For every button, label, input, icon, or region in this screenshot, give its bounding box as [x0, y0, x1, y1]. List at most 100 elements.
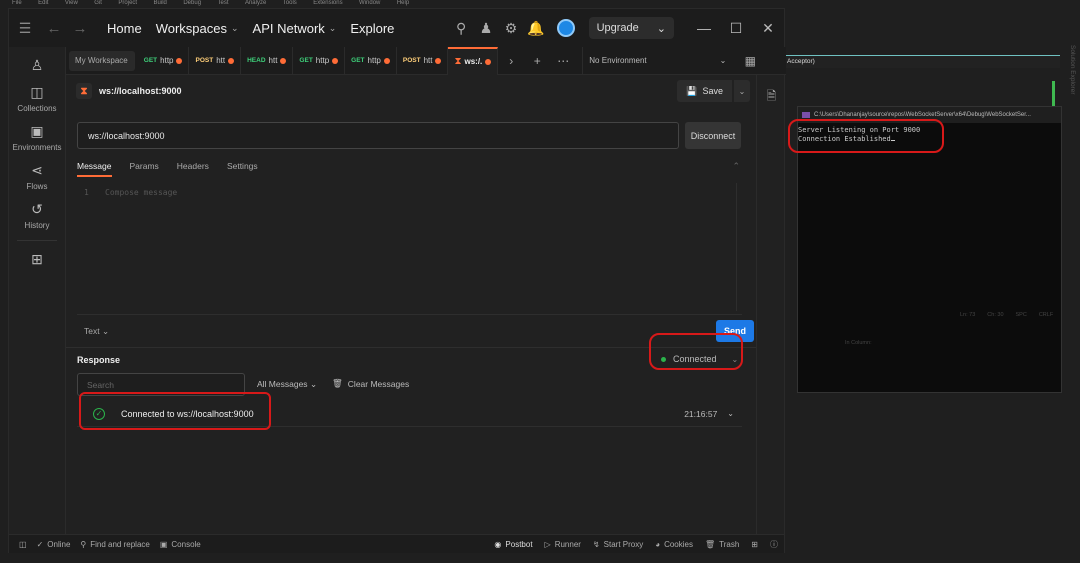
tab-websocket-active[interactable]: ⧗ ws:/. — [448, 46, 499, 75]
request-sub-tabs: Message Params Headers Settings — [77, 161, 258, 177]
tab-request[interactable]: POST htt — [189, 46, 242, 75]
notification-bell-icon[interactable]: 🔔 — [524, 16, 549, 41]
start-proxy-button[interactable]: ↯ Start Proxy — [593, 540, 643, 549]
ide-line-ending: CRLF — [1038, 312, 1054, 318]
cookies-button[interactable]: ◕ Cookies — [655, 540, 693, 549]
minimize-icon[interactable]: — — [688, 20, 720, 36]
sidebar-item-collections[interactable]: ◫ Collections — [9, 84, 65, 113]
menu-project[interactable]: Project — [118, 0, 137, 6]
clear-messages-button[interactable]: 🗑 Clear Messages — [332, 378, 409, 389]
save-dropdown-button[interactable]: ⌄ — [734, 80, 750, 102]
scroll-tabs-right-icon[interactable]: › — [498, 54, 524, 68]
desktop: File Edit View Git Project Build Debug T… — [0, 0, 1080, 563]
sidebar-item-flows[interactable]: ⋖ Flows — [9, 162, 65, 191]
sidebar-item-environments[interactable]: ▣ Environments — [9, 123, 65, 152]
solution-explorer-tab[interactable]: Solution Explorer — [1064, 45, 1076, 95]
menu-edit[interactable]: Edit — [38, 0, 48, 6]
tab-request[interactable]: POST htt — [397, 46, 449, 75]
upgrade-label: Upgrade — [596, 22, 639, 34]
menu-test[interactable]: Test — [217, 0, 228, 6]
console-titlebar[interactable]: C:\Users\Dhananjay\source\repos\WebSocke… — [798, 107, 1061, 123]
tab-request[interactable]: HEAD htt — [241, 46, 294, 75]
nav-explore[interactable]: Explore — [350, 21, 394, 36]
runner-button[interactable]: ▷ Runner — [545, 540, 581, 549]
message-filter-dropdown[interactable]: All Messages ⌄ — [257, 379, 317, 390]
tab-request[interactable]: GET http — [138, 46, 190, 75]
nav-home[interactable]: Home — [107, 21, 142, 36]
save-disk-icon: 💾 — [686, 85, 698, 96]
workspace-tab[interactable]: My Workspace — [69, 50, 135, 71]
console-app-icon — [802, 112, 810, 118]
toggle-sidebar-icon[interactable]: ◫ — [19, 540, 27, 549]
chevron-down-icon: ⌄ — [101, 326, 110, 336]
nav-workspaces[interactable]: Workspaces ⌄ — [156, 21, 239, 36]
close-icon[interactable]: ✕ — [752, 20, 784, 37]
message-editor[interactable]: 1 Compose message — [77, 183, 737, 311]
avatar[interactable] — [556, 19, 575, 37]
tab-params[interactable]: Params — [130, 161, 159, 177]
tab-message[interactable]: Message — [77, 161, 112, 177]
menu-help[interactable]: Help — [397, 0, 409, 6]
connection-status[interactable]: Connected ⌄ — [661, 354, 738, 364]
sidebar-item-label: History — [24, 221, 50, 230]
message-format-dropdown[interactable]: Text ⌄ — [84, 326, 109, 337]
new-tab-plus-icon[interactable]: + — [524, 54, 550, 68]
menu-analyze[interactable]: Analyze — [245, 0, 266, 6]
menu-view[interactable]: View — [65, 0, 78, 6]
response-search-input[interactable]: Search — [77, 373, 245, 396]
disconnect-button[interactable]: Disconnect — [685, 122, 741, 149]
hamburger-menu-icon[interactable]: ☰ — [9, 20, 41, 37]
save-button[interactable]: 💾 Save — [677, 80, 732, 102]
sidebar-item-configure[interactable]: ⊞ — [9, 251, 65, 268]
cookies-label: Cookies — [664, 539, 693, 549]
tab-request[interactable]: GET http — [345, 46, 397, 75]
ide-in-column: In Column: — [845, 340, 872, 346]
find-replace-button[interactable]: ⚲ Find and replace — [80, 540, 149, 549]
online-status[interactable]: ✓ Online — [37, 540, 71, 549]
menu-file[interactable]: File — [12, 0, 22, 6]
url-value: ws://localhost:9000 — [88, 130, 165, 141]
websocket-icon: ⧗ — [76, 83, 92, 99]
environment-selector[interactable]: No Environment ⌄ — [582, 46, 732, 75]
divider — [77, 314, 742, 315]
menu-tools[interactable]: Tools — [283, 0, 297, 6]
save-label: Save — [702, 86, 723, 96]
tab-request[interactable]: GET http — [293, 46, 346, 75]
send-button[interactable]: Send — [716, 320, 754, 342]
ide-change-indicator — [1052, 81, 1055, 107]
help-icon[interactable]: ⓘ — [770, 539, 778, 550]
menu-git[interactable]: Git — [94, 0, 102, 6]
postbot-button[interactable]: ◉ Postbot — [494, 540, 532, 549]
chevron-down-icon[interactable]: ⌄ — [727, 409, 734, 418]
sidebar-item-history[interactable]: ↺ History — [9, 201, 65, 230]
back-arrow-icon[interactable]: ← — [41, 20, 67, 37]
upgrade-button[interactable]: Upgrade ⌄ — [588, 17, 674, 39]
layout-icon[interactable]: ⊞ — [751, 540, 758, 549]
chevron-up-icon[interactable]: ⌃ — [732, 161, 740, 172]
invite-user-icon[interactable]: ♟ — [474, 16, 499, 41]
url-input[interactable]: ws://localhost:9000 — [77, 122, 679, 149]
request-name[interactable]: ws://localhost:9000 — [99, 86, 182, 96]
environment-quick-look-icon[interactable]: ▦ — [732, 54, 768, 68]
maximize-icon[interactable]: ☐ — [720, 20, 752, 37]
more-options-icon[interactable]: ⋯ — [550, 54, 576, 68]
documentation-icon[interactable]: 🗎 — [757, 87, 786, 108]
trash-button[interactable]: 🗑 Trash — [705, 540, 739, 549]
menu-window[interactable]: Window — [359, 0, 380, 6]
sidebar-item-label: Flows — [26, 182, 48, 191]
menu-build[interactable]: Build — [154, 0, 167, 6]
search-icon[interactable]: ⚲ — [449, 16, 474, 41]
ide-member-dropdown[interactable]: Acceptor) — [785, 55, 1060, 68]
forward-arrow-icon[interactable]: → — [67, 20, 93, 37]
sidebar-item-account[interactable]: ♙ — [9, 57, 65, 74]
console-button[interactable]: ▣ Console — [160, 540, 201, 549]
menu-debug[interactable]: Debug — [183, 0, 201, 6]
postman-window: ☰ ← → Home Workspaces ⌄ API Network ⌄ Expl… — [8, 8, 786, 553]
tab-settings[interactable]: Settings — [227, 161, 258, 177]
menu-extensions[interactable]: Extensions — [313, 0, 342, 6]
console-window: C:\Users\Dhananjay\source\repos\WebSocke… — [797, 106, 1062, 393]
nav-api-network[interactable]: API Network ⌄ — [253, 21, 337, 36]
settings-gear-icon[interactable]: ⚙ — [499, 16, 524, 41]
message-row[interactable]: ✓ Connected to ws://localhost:9000 21:16… — [77, 401, 742, 427]
tab-headers[interactable]: Headers — [177, 161, 209, 177]
